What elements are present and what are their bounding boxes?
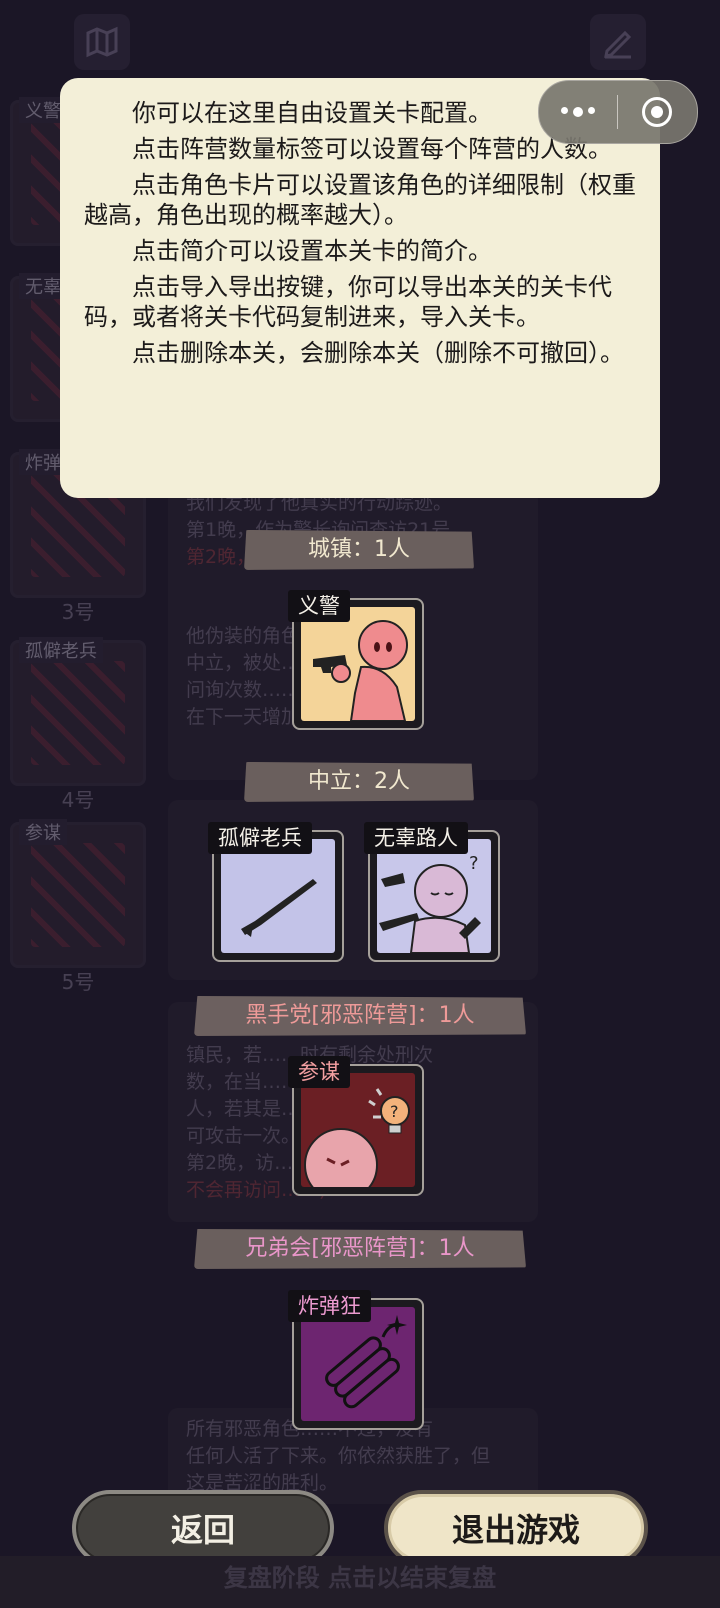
advisor-art: ? (301, 1073, 415, 1187)
tooltip-paragraph: 点击角色卡片可以设置该角色的详细限制（权重越高，角色出现的概率越大）。 (84, 171, 636, 229)
faction-mafia-button[interactable]: 黑手党[邪恶阵营]：1人 (194, 996, 526, 1036)
exit-game-button[interactable]: 退出游戏 (384, 1490, 648, 1566)
role-card-bystander[interactable]: ? 无辜路人 (364, 822, 500, 962)
faction-brotherhood-button[interactable]: 兄弟会[邪恶阵营]：1人 (194, 1229, 526, 1269)
side-card-number: 5号 (61, 970, 95, 994)
edit-pen-icon[interactable] (590, 14, 646, 70)
side-card-4: 孤僻老兵 4号 (10, 637, 146, 812)
back-button[interactable]: 返回 (72, 1490, 334, 1566)
close-target-icon[interactable] (618, 81, 696, 143)
tooltip-paragraph: 点击简介可以设置本关卡的简介。 (132, 237, 492, 265)
bomber-art (301, 1307, 415, 1421)
role-card-bomber[interactable]: 炸弹狂 (288, 1290, 424, 1430)
role-name-label: 孤僻老兵 (208, 822, 312, 854)
miniprogram-capsule (538, 80, 698, 144)
side-card-number: 4号 (61, 788, 95, 812)
map-icon[interactable] (74, 14, 130, 70)
bystander-art: ? (377, 839, 491, 953)
faction-town-button[interactable]: 城镇：1人 (244, 530, 474, 570)
role-card-veteran[interactable]: 孤僻老兵 (208, 822, 344, 962)
side-card-label: 孤僻老兵 (19, 637, 103, 663)
role-card-advisor[interactable]: ? 参谋 (288, 1056, 424, 1196)
role-name-label: 参谋 (288, 1056, 350, 1088)
review-bar[interactable]: 复盘阶段 点击以结束复盘 (0, 1556, 720, 1608)
log-line: 任何人活了下来。你依然获胜了，但 (186, 1445, 491, 1467)
more-dots-icon[interactable] (539, 81, 617, 143)
svg-text:?: ? (390, 1102, 399, 1121)
tooltip-paragraph: 点击删除本关，会删除本关（删除不可撤回）。 (132, 339, 624, 367)
side-card-number: 3号 (61, 600, 95, 624)
faction-neutral-button[interactable]: 中立：2人 (244, 762, 474, 802)
veteran-art (221, 839, 335, 953)
role-name-label: 义警 (288, 590, 350, 622)
role-name-label: 无辜路人 (364, 822, 468, 854)
svg-text:?: ? (469, 853, 479, 874)
side-card-label: 参谋 (19, 819, 67, 845)
vigilante-art (301, 607, 415, 721)
role-name-label: 炸弹狂 (288, 1290, 371, 1322)
role-card-vigilante[interactable]: 义警 (288, 590, 424, 730)
side-card-5: 参谋 5号 (10, 819, 146, 994)
tooltip-paragraph: 点击导入导出按键，你可以导出本关的关卡代码，或者将关卡代码复制进来，导入关卡。 (84, 273, 612, 331)
